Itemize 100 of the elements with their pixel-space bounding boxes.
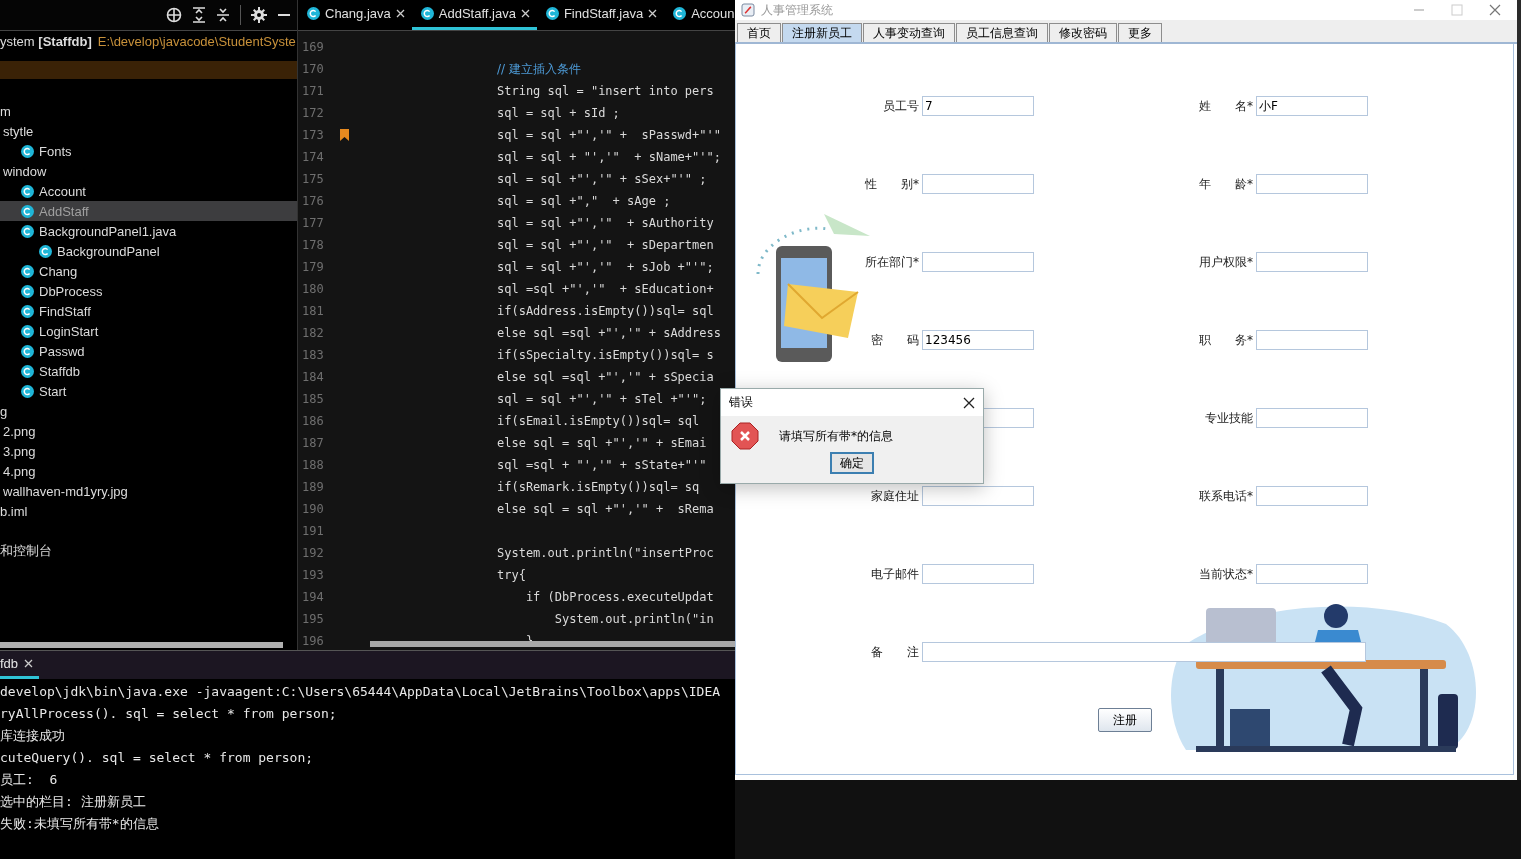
console-line: 选中的栏目: 注册新员工 — [0, 793, 147, 811]
text-field[interactable] — [922, 564, 1034, 584]
ok-button[interactable]: 确定 — [830, 452, 874, 474]
project-path: E:\develop\javacode\StudentSyste — [97, 33, 296, 49]
field-label: 所在部门* — [864, 253, 920, 271]
line-number: 171 — [301, 84, 325, 98]
tree-item[interactable]: DbProcess — [39, 283, 103, 299]
tree-item[interactable]: Account — [39, 183, 86, 199]
tree-item[interactable]: window — [3, 163, 47, 179]
tree-item[interactable]: g — [0, 403, 8, 419]
tree-item[interactable]: BackgroundPanel — [57, 243, 160, 259]
tab[interactable]: 人事变动查询 — [863, 23, 955, 42]
code-line: sql = sql + "','" + sName+"'"; — [497, 150, 722, 164]
tree-item[interactable]: BackgroundPanel1.java — [39, 223, 177, 239]
console-line: 失败:未填写所有带*的信息 — [0, 815, 160, 833]
console-tab[interactable]: fdb — [0, 651, 40, 679]
tree-item[interactable]: Chang — [39, 263, 78, 279]
line-number: 190 — [301, 502, 325, 516]
field-label: 专业技能 — [1204, 409, 1254, 427]
class-icon — [39, 244, 52, 258]
line-number: 178 — [301, 238, 325, 252]
text-field[interactable] — [1256, 330, 1368, 350]
close-icon[interactable] — [963, 396, 975, 409]
tree-item[interactable]: wallhaven-md1yry.jpg — [3, 483, 128, 499]
text-field[interactable]: 小F — [1256, 96, 1368, 116]
line-number: 169 — [301, 40, 325, 54]
line-number: 189 — [301, 480, 325, 494]
tree-item[interactable]: 和控制台 — [0, 542, 52, 560]
project-name: ystem [Staffdb] — [0, 33, 92, 49]
field-label: 家庭住址 — [870, 487, 920, 505]
line-number: 194 — [301, 590, 325, 604]
text-field[interactable] — [1256, 486, 1368, 506]
code-line: try{ — [497, 568, 527, 582]
dialog-title: 错误 — [729, 394, 753, 411]
tree-item[interactable]: Staffdb — [39, 363, 80, 379]
tree-item[interactable]: Fonts — [39, 143, 72, 159]
text-field[interactable] — [922, 252, 1034, 272]
code-line: if (DbProcess.executeUpdat — [524, 590, 715, 604]
collapse-all-icon[interactable] — [216, 7, 230, 23]
class-icon — [21, 204, 34, 218]
tree-item[interactable]: AddStaff — [39, 203, 89, 219]
tab[interactable]: 更多 — [1118, 23, 1162, 42]
code-line: sql =sql +"','" + sEducation+ — [497, 282, 715, 296]
code-line: String sql = "insert into pers — [497, 84, 715, 98]
register-button[interactable]: 注册 — [1097, 708, 1152, 732]
tree-item[interactable]: 2.png — [3, 423, 36, 439]
editor-tab[interactable]: AddStaff.java — [411, 0, 537, 30]
field-label: 当前状态* — [1198, 565, 1254, 583]
editor-tab[interactable]: FindStaff.java — [536, 0, 665, 30]
tree-item[interactable]: b.iml — [0, 503, 28, 519]
tab[interactable]: 首页 — [737, 23, 781, 42]
window-title: 人事管理系统 — [761, 1, 834, 19]
text-field[interactable] — [922, 642, 1366, 662]
tree-item[interactable]: Start — [39, 383, 67, 399]
text-field[interactable]: 123456 — [922, 330, 1034, 350]
text-field[interactable] — [1256, 174, 1368, 194]
code-line: sql = sql +"','" + sJob +"'"; — [497, 260, 715, 274]
editor-tab[interactable]: Chang.java — [298, 0, 412, 30]
tab[interactable]: 注册新员工 — [782, 23, 862, 42]
line-number: 191 — [301, 524, 325, 538]
crosshair-icon[interactable] — [166, 7, 182, 23]
text-field[interactable] — [1256, 408, 1368, 428]
line-number: 173 — [301, 128, 325, 142]
tab[interactable]: 员工信息查询 — [956, 23, 1048, 42]
field-label: 年 龄* — [1198, 175, 1254, 193]
maximize-icon[interactable] — [1451, 4, 1463, 16]
code-line: if(sEmail.isEmpty())sql= sql — [497, 414, 701, 428]
text-field[interactable] — [922, 486, 1034, 506]
field-label: 电子邮件 — [870, 565, 920, 583]
code-line: System.out.println("in — [553, 612, 715, 626]
text-field[interactable] — [922, 174, 1034, 194]
class-icon — [420, 7, 434, 20]
expand-all-icon[interactable] — [192, 7, 206, 23]
line-number: 195 — [301, 612, 325, 626]
editor-tab[interactable]: Accoun — [664, 0, 735, 30]
class-icon — [21, 144, 34, 158]
settings-icon[interactable] — [251, 7, 267, 23]
line-number: 176 — [301, 194, 325, 208]
tree-item[interactable]: 4.png — [3, 463, 36, 479]
line-number: 185 — [301, 392, 325, 406]
field-label: 用户权限* — [1198, 253, 1254, 271]
text-field[interactable] — [1256, 252, 1368, 272]
tree-item[interactable]: FindStaff — [39, 303, 91, 319]
code-line: sql = sql +"','" + sPasswd+"'" — [497, 128, 722, 142]
error-icon — [731, 422, 759, 450]
code-line: sql = sql +"','" + sDepartmen — [497, 238, 715, 252]
tree-item[interactable]: 3.png — [3, 443, 36, 459]
tab[interactable]: 修改密码 — [1049, 23, 1117, 42]
code-line: else sql = sql +"','" + sEmai — [497, 436, 708, 450]
tree-item[interactable]: m — [0, 103, 11, 119]
code-line: // 建立插入条件 — [497, 60, 582, 78]
line-number: 181 — [301, 304, 325, 318]
tree-item[interactable]: Passwd — [39, 343, 85, 359]
line-number: 196 — [301, 634, 325, 648]
code-line: else sql = sql +"','" + sRema — [497, 502, 715, 516]
line-number: 186 — [301, 414, 325, 428]
text-field[interactable] — [1256, 564, 1368, 584]
tree-item[interactable]: LoginStart — [39, 323, 99, 339]
text-field[interactable]: 7 — [922, 96, 1034, 116]
tree-item[interactable]: stytle — [3, 123, 34, 139]
